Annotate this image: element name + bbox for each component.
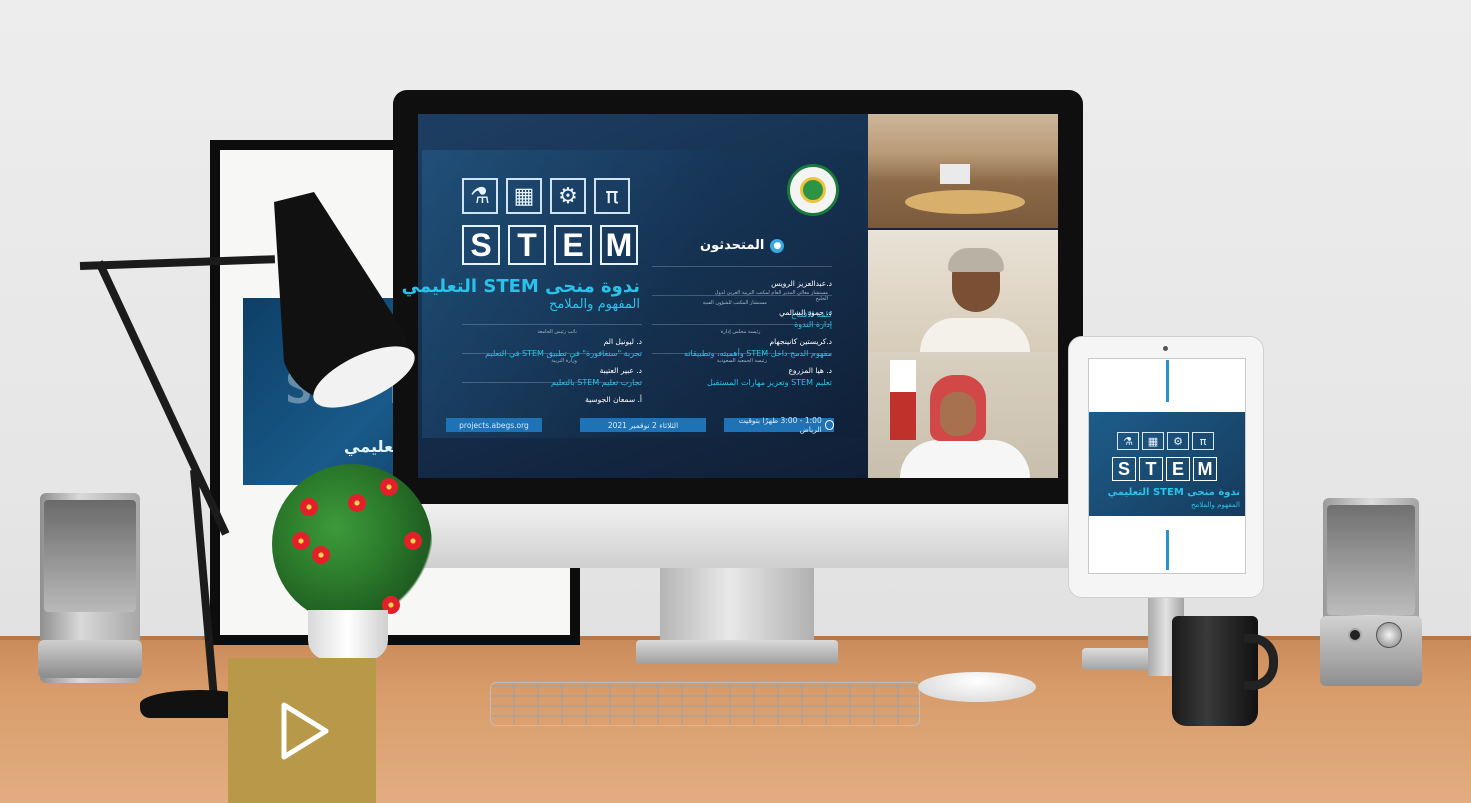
- website-label: projects.abegs.org: [446, 418, 542, 432]
- red-flower: [380, 478, 398, 496]
- stem-letter-s: S: [462, 225, 500, 265]
- headphone-jack: [1348, 628, 1362, 642]
- speaker-row: د.كريستين كانينجهام رئيسة مجلس إدارة مفه…: [652, 324, 832, 358]
- conference-table: [905, 190, 1025, 214]
- speaker-name: د.عبدالعزيز الرويس: [771, 279, 832, 288]
- speakers-list-left: د. ليونيل الم نائب رئيس الجامعة تجربة "س…: [462, 324, 642, 411]
- play-button[interactable]: [228, 658, 376, 803]
- speaker-name: د. حمود السالمي: [779, 308, 832, 317]
- speaker-topic: تجربة "سنغافورة" في تطبيق STEM في التعلي…: [485, 349, 642, 358]
- speaker-row: د. حمود السالمي مستشار المكتب للشؤون الف…: [652, 295, 832, 329]
- stem-letter-m: M: [1193, 457, 1217, 481]
- speaker-name: د. ليونيل الم: [603, 337, 642, 346]
- speaker-role: وزارة التربية: [551, 358, 577, 364]
- speaker-role: رئيسة الجمعية السعودية: [716, 358, 767, 364]
- stem-icons: ⚗ ▦ ⚙ π: [462, 178, 642, 214]
- stem-letter-e: E: [554, 225, 592, 265]
- mouse: [918, 672, 1036, 702]
- stem-letters: S T E M: [462, 225, 638, 265]
- keyboard: [490, 682, 920, 726]
- monitor-chin: [393, 504, 1083, 568]
- speaker-role: نائب رئيس الجامعة: [537, 329, 577, 335]
- conference-room-screen: [940, 164, 970, 184]
- slide-title: ندوة منحى STEM التعليمي: [401, 276, 640, 297]
- flask-icon: ⚗: [462, 178, 498, 214]
- red-flower: [300, 498, 318, 516]
- speaker-row: د. هيا المزروع رئيسة الجمعية السعودية تع…: [652, 353, 832, 387]
- speaker-row: د.عبدالعزيز الرويس مستشار معالي المدير ا…: [652, 266, 832, 319]
- speaker-topic: تعليم STEM وتعزيز مهارات المستقبل: [707, 378, 832, 387]
- time-label: 1:00 - 3:00 ظهرًا بتوقيت الرياض: [724, 416, 834, 434]
- organization-logo: [787, 164, 839, 216]
- speaker-name: أ. سمعان الجوسية: [585, 395, 642, 404]
- time-text: 1:00 - 3:00 ظهرًا بتوقيت الرياض: [738, 416, 822, 434]
- monitor-stand: [660, 566, 814, 644]
- participant-cap: [948, 248, 1004, 272]
- speaker-name: د.كريستين كانينجهام: [769, 337, 832, 346]
- slide-subtitle: المفهوم والملامح: [548, 297, 640, 312]
- tablet-camera: [1163, 346, 1168, 351]
- red-flower: [404, 532, 422, 550]
- date-text: الثلاثاء 2 نوفمبر 2021: [607, 420, 679, 430]
- tablet-slide-title: ندوة منحى STEM التعليمي: [1107, 487, 1240, 498]
- speakers-list-right: د.عبدالعزيز الرويس مستشار معالي المدير ا…: [652, 266, 832, 387]
- speaker-role: مستشار المكتب للشؤون الفنية: [702, 300, 767, 306]
- speaker-name: د. عبير العتيبة: [599, 366, 642, 375]
- right-speaker-base: [1320, 616, 1422, 686]
- flask-icon: ⚗: [1117, 432, 1139, 450]
- flag: [890, 360, 916, 440]
- speaker-role: رئيسة مجلس إدارة: [720, 329, 761, 335]
- volume-knob: [1376, 622, 1402, 648]
- stem-letter-t: T: [508, 225, 546, 265]
- pi-icon: π: [594, 178, 630, 214]
- tablet-stem-icons: ⚗ ▦ ⚙ π: [1117, 432, 1214, 450]
- circuit-icon: ▦: [506, 178, 542, 214]
- speakers-heading: ● المتحدثون: [700, 238, 842, 253]
- play-icon: [281, 702, 329, 759]
- stem-letter-s: S: [1112, 457, 1136, 481]
- tablet-accent-line: [1166, 360, 1169, 402]
- speaker-row: د. ليونيل الم نائب رئيس الجامعة تجربة "س…: [462, 324, 642, 358]
- participant-face: [940, 392, 976, 436]
- plant-pot: [308, 610, 388, 660]
- lamp-shade: [274, 192, 415, 408]
- monitor-foot: [636, 640, 838, 664]
- pi-icon: π: [1192, 432, 1214, 450]
- right-speaker-front: [1327, 505, 1415, 615]
- clock-icon: [824, 420, 834, 430]
- speakers-title: المتحدثون: [700, 238, 765, 253]
- tablet-slide-subtitle: المفهوم والملامح: [1190, 501, 1240, 509]
- tablet-stem-letters: S T E M: [1112, 457, 1217, 481]
- participant-body: [900, 440, 1030, 478]
- left-speaker-base: [38, 640, 142, 678]
- red-flower: [312, 546, 330, 564]
- stem-letter-t: T: [1139, 457, 1163, 481]
- participant-body: [920, 318, 1030, 352]
- left-speaker-front: [44, 500, 136, 612]
- speaker-name: د. هيا المزروع: [788, 366, 832, 375]
- gear-icon: ⚙: [550, 178, 586, 214]
- red-flower: [348, 494, 366, 512]
- stem-letter-e: E: [1166, 457, 1190, 481]
- circuit-icon: ▦: [1142, 432, 1164, 450]
- date-label: الثلاثاء 2 نوفمبر 2021: [580, 418, 706, 432]
- tablet-accent-line: [1166, 530, 1169, 570]
- speakers-icon: ●: [770, 238, 785, 253]
- red-flower: [292, 532, 310, 550]
- stem-letter-m: M: [600, 225, 638, 265]
- website-text: projects.abegs.org: [459, 420, 529, 430]
- gear-icon: ⚙: [1167, 432, 1189, 450]
